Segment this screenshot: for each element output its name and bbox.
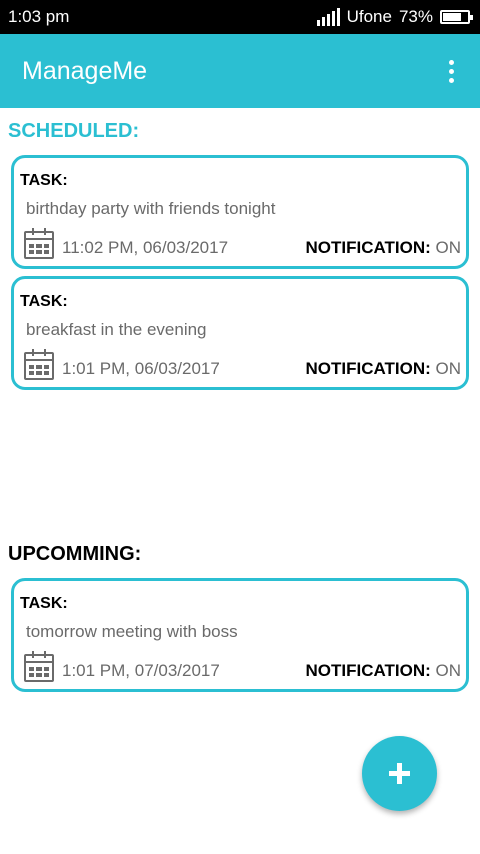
status-time: 1:03 pm (8, 7, 70, 26)
battery-percent: 73% (398, 7, 433, 26)
task-datetime: 11:02 PM, 06/03/2017 (62, 238, 229, 257)
add-task-button[interactable] (362, 736, 437, 811)
app-title: ManageMe (22, 56, 148, 85)
task-notification: NOTIFICATION: ON (305, 238, 461, 258)
task-label: TASK: (20, 172, 68, 189)
upcoming-section-title: UPCOMMING: (8, 543, 142, 565)
notification-value: ON (435, 238, 462, 257)
status-indicators: Ufone 73% (316, 7, 473, 27)
battery-fill (443, 13, 461, 21)
notification-label: NOTIFICATION: (305, 238, 431, 257)
notification-value: ON (435, 661, 462, 680)
task-text: tomorrow meeting with boss (26, 622, 238, 641)
task-datetime: 1:01 PM, 07/03/2017 (62, 661, 220, 680)
task-datetime: 1:01 PM, 06/03/2017 (62, 359, 220, 378)
task-card[interactable]: TASK: birthday party with friends tonigh… (11, 155, 469, 269)
task-notification: NOTIFICATION: ON (305, 661, 461, 681)
overflow-menu-icon[interactable] (445, 54, 458, 89)
calendar-icon (24, 228, 54, 259)
battery-icon (440, 10, 473, 24)
signal-icon (316, 8, 340, 26)
app-bar: ManageMe (0, 34, 480, 108)
calendar-icon (24, 651, 54, 682)
task-text: breakfast in the evening (26, 320, 207, 339)
task-label: TASK: (20, 595, 68, 612)
scheduled-section-title: SCHEDULED: (8, 120, 140, 142)
task-card[interactable]: TASK: breakfast in the evening 1:01 PM, … (11, 276, 469, 390)
task-label: TASK: (20, 293, 68, 310)
notification-label: NOTIFICATION: (305, 661, 431, 680)
task-card[interactable]: TASK: tomorrow meeting with boss 1:01 PM… (11, 578, 469, 692)
task-text: birthday party with friends tonight (26, 199, 276, 218)
calendar-icon (24, 349, 54, 380)
notification-value: ON (435, 359, 462, 378)
task-notification: NOTIFICATION: ON (305, 359, 461, 379)
notification-label: NOTIFICATION: (305, 359, 431, 378)
carrier-name: Ufone (346, 7, 392, 26)
status-bar: 1:03 pm Ufone 73% (0, 0, 480, 34)
